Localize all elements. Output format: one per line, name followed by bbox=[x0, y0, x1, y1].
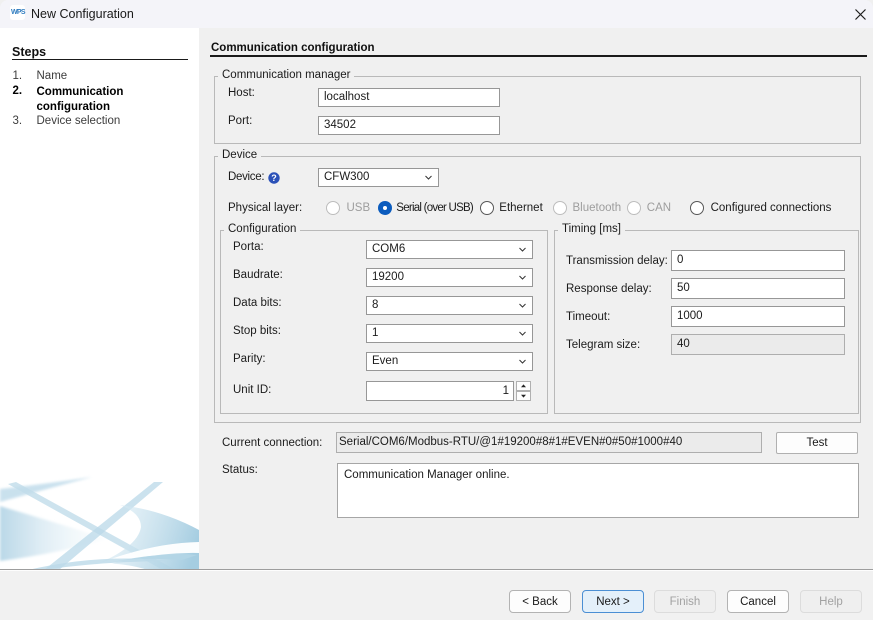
svg-text:?: ? bbox=[271, 173, 277, 183]
